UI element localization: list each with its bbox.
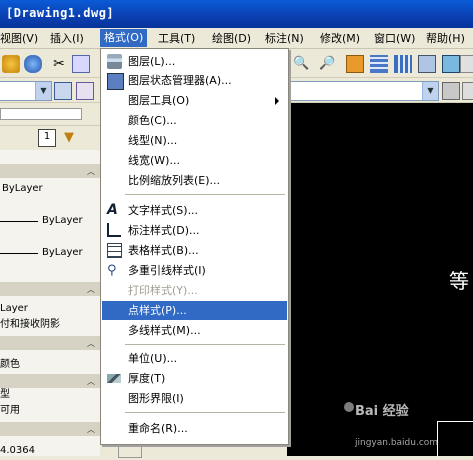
- menu-item-linetype[interactable]: 线型(N)...: [102, 131, 287, 150]
- globe-icon[interactable]: [24, 55, 42, 73]
- slider-track[interactable]: [0, 108, 82, 120]
- menu-separator: [125, 344, 285, 345]
- palette-section-header[interactable]: ︿: [0, 422, 100, 436]
- menu-modify[interactable]: 修改(M): [320, 31, 360, 47]
- menu-format[interactable]: 格式(O): [100, 29, 148, 47]
- multileader-style-icon: ⚲: [107, 263, 117, 278]
- styles-toolbar: [0, 103, 100, 126]
- watermark-url: jingyan.baidu.com: [355, 438, 439, 448]
- cut-icon[interactable]: ✂: [50, 55, 68, 73]
- linetype-sample: [0, 221, 38, 222]
- layer-manager-icon[interactable]: [54, 82, 72, 100]
- window-title: [Drawing1.dwg]: [6, 6, 115, 20]
- calculator-icon[interactable]: [460, 55, 473, 73]
- properties-toolbar: 1 ▼: [0, 126, 100, 148]
- menu-insert[interactable]: 插入(I): [50, 31, 84, 47]
- palette-row[interactable]: ByLayer: [0, 180, 100, 198]
- menu-tools[interactable]: 工具(T): [158, 31, 195, 47]
- palette-row[interactable]: 可用: [0, 402, 100, 420]
- properties-icon[interactable]: [346, 55, 364, 73]
- palette-section-header[interactable]: ︿: [0, 282, 100, 296]
- collapse-icon[interactable]: ︿: [86, 339, 96, 349]
- lineweight-icon[interactable]: [462, 82, 473, 100]
- color-value: ByLayer: [2, 183, 43, 194]
- zoom-previous-icon[interactable]: 🔎: [318, 55, 336, 73]
- collapse-icon[interactable]: ︿: [86, 285, 96, 295]
- quick-select-icon[interactable]: 1: [38, 129, 56, 147]
- sun-icon[interactable]: [2, 55, 20, 73]
- layer-value: Layer: [0, 303, 28, 314]
- palette-section-header[interactable]: ︿: [0, 164, 100, 178]
- menu-item-multileader-style[interactable]: ⚲ 多重引线样式(I): [102, 261, 287, 280]
- paw-icon: [344, 402, 354, 412]
- text-style-icon: A: [107, 202, 118, 218]
- design-center-icon[interactable]: [370, 55, 388, 73]
- markup-icon[interactable]: [442, 55, 460, 73]
- zoom-icon[interactable]: 🔍: [292, 55, 310, 73]
- palette-row[interactable]: ByLayer: [0, 212, 100, 230]
- menu-item-table-style[interactable]: 表格样式(B)...: [102, 241, 287, 260]
- menu-item-layers[interactable]: 图层(L)...: [102, 52, 287, 71]
- color-label: 颜色: [0, 359, 20, 370]
- menu-window[interactable]: 窗口(W): [374, 31, 415, 47]
- menu-item-layer-state-manager[interactable]: 图层状态管理器(A)...: [102, 71, 287, 90]
- title-bar: [Drawing1.dwg]: [0, 0, 473, 28]
- lineweight-sample: [0, 253, 38, 254]
- watermark-logo: Bai 经验: [355, 404, 409, 419]
- dimension-style-icon: [107, 223, 121, 237]
- layer-previous-icon[interactable]: [76, 82, 94, 100]
- table-style-icon: [107, 243, 122, 258]
- menu-item-units[interactable]: 单位(U)...: [102, 349, 287, 368]
- sheet-set-icon[interactable]: [418, 55, 436, 73]
- menu-item-lineweight[interactable]: 线宽(W)...: [102, 151, 287, 170]
- linetype-value: ByLayer: [42, 215, 83, 226]
- type-label: 型: [0, 389, 10, 400]
- menu-draw[interactable]: 绘图(D): [212, 31, 251, 47]
- copy-icon[interactable]: [72, 55, 90, 73]
- canvas-text: 等: [449, 269, 469, 293]
- format-menu-dropdown: 图层(L)... 图层状态管理器(A)... 图层工具(O) 颜色(C)... …: [100, 48, 289, 445]
- numeric-value: 4.0364: [0, 445, 35, 456]
- menu-item-color[interactable]: 颜色(C)...: [102, 111, 287, 130]
- tool-palettes-icon[interactable]: [394, 55, 412, 73]
- chevron-down-icon[interactable]: ▼: [35, 82, 51, 100]
- viewport-frame: [437, 421, 473, 457]
- palette-row[interactable]: ByLayer: [0, 244, 100, 262]
- collapse-icon[interactable]: ︿: [86, 167, 96, 177]
- palette-section-header[interactable]: ︿: [0, 336, 100, 350]
- layers-icon: [107, 54, 122, 69]
- menu-item-multiline-style[interactable]: 多线样式(M)...: [102, 321, 287, 340]
- menu-item-plot-style[interactable]: 打印样式(Y)...: [102, 281, 287, 300]
- layer-combo[interactable]: ▼: [0, 81, 52, 101]
- menu-item-thickness[interactable]: 厚度(T): [102, 369, 287, 388]
- palette-row[interactable]: 4.0364: [0, 442, 100, 460]
- filter-icon[interactable]: ▼: [60, 129, 78, 147]
- lineweight-value: ByLayer: [42, 247, 83, 258]
- color-combo[interactable]: ▼: [287, 81, 439, 101]
- palette-row[interactable]: 付和接收阴影: [0, 316, 100, 334]
- menu-bar: 视图(V) 插入(I) 格式(O) 工具(T) 绘图(D) 标注(N) 修改(M…: [0, 28, 473, 49]
- menu-item-rename[interactable]: 重命名(R)...: [102, 419, 287, 438]
- menu-item-dimension-style[interactable]: 标注样式(D)...: [102, 221, 287, 240]
- menu-view[interactable]: 视图(V): [0, 31, 38, 47]
- menu-dimension[interactable]: 标注(N): [265, 31, 304, 47]
- menu-item-drawing-limits[interactable]: 图形界限(I): [102, 389, 287, 408]
- menu-item-scale-list[interactable]: 比例缩放列表(E)...: [102, 171, 287, 190]
- available-label: 可用: [0, 405, 20, 416]
- linetype-icon[interactable]: [442, 82, 460, 100]
- menu-separator: [125, 412, 285, 413]
- chevron-down-icon[interactable]: ▼: [422, 82, 438, 100]
- menu-item-layer-tools[interactable]: 图层工具(O): [102, 91, 287, 110]
- menu-separator: [125, 194, 285, 195]
- thickness-icon: [107, 374, 121, 383]
- menu-help[interactable]: 帮助(H): [426, 31, 465, 47]
- palette-row[interactable]: 颜色: [0, 356, 100, 374]
- menu-item-point-style[interactable]: 点样式(P)...: [102, 301, 287, 320]
- chevron-right-icon: [275, 97, 279, 105]
- menu-item-text-style[interactable]: A 文字样式(S)...: [102, 201, 287, 220]
- layer-state-icon: [107, 73, 124, 90]
- shadow-value: 付和接收阴影: [0, 319, 60, 330]
- properties-palette: ︿ ByLayer ByLayer ByLayer ︿ Layer 付和接收阴影…: [0, 150, 100, 456]
- collapse-icon[interactable]: ︿: [86, 425, 96, 435]
